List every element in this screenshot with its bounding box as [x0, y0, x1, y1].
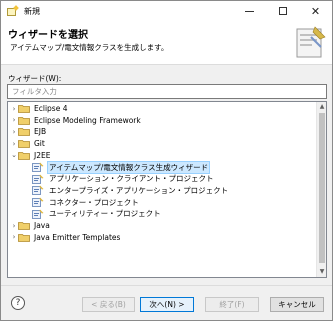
tree-folder-item[interactable]: › EJB — [8, 126, 317, 137]
tree-folder-item[interactable]: › Java Emitter Templates — [8, 232, 317, 243]
wizard-icon — [32, 162, 44, 172]
expand-arrow-icon[interactable]: › — [10, 233, 18, 241]
scroll-thumb[interactable] — [319, 113, 325, 263]
expand-arrow-icon[interactable]: › — [10, 222, 18, 230]
next-button[interactable]: 次へ(N) > — [140, 297, 194, 312]
tree-wizard-item[interactable]: コネクター・プロジェクト — [8, 197, 317, 208]
wizard-icon — [32, 185, 44, 196]
tree-item-label: Java — [34, 221, 50, 230]
cancel-button[interactable]: キャンセル — [270, 297, 324, 312]
wizard-icon — [32, 197, 44, 207]
tree-item-label: Java Emitter Templates — [34, 232, 121, 242]
collapse-arrow-icon[interactable]: ⌄ — [10, 151, 18, 159]
title-bar: 新規 ✕ — [1, 1, 332, 21]
expand-arrow-icon[interactable]: › — [10, 140, 18, 148]
back-button[interactable]: < 戻る(B) — [82, 297, 135, 312]
maximize-icon — [278, 7, 287, 15]
scroll-down-arrow-icon[interactable]: ▼ — [317, 267, 326, 277]
header-title: ウィザードを選択 — [8, 30, 88, 41]
tree-scrollbar[interactable]: ▲ ▼ — [316, 102, 326, 277]
tree-wizard-item[interactable]: エンタープライズ・アプリケーション・プロジェクト — [8, 185, 317, 196]
tree-item-label: J2EE — [34, 150, 51, 160]
tree-wizard-item[interactable]: アプリケーション・クライアント・プロジェクト — [8, 173, 317, 184]
tree-folder-item[interactable]: › Git — [8, 138, 317, 149]
wizard-label: ウィザード(W): — [8, 74, 62, 83]
maximize-button[interactable] — [266, 1, 299, 21]
folder-icon — [18, 139, 30, 148]
help-button[interactable]: ? — [11, 296, 25, 310]
finish-button[interactable]: 終了(F) — [205, 297, 259, 312]
tree-item-label: アプリケーション・クライアント・プロジェクト — [49, 174, 214, 184]
folder-icon — [18, 233, 30, 242]
tree-item-label: EJB — [34, 127, 47, 137]
folder-icon — [18, 221, 30, 230]
tree-item-label: Eclipse 4 — [34, 104, 68, 113]
tree-wizard-item[interactable]: ユーティリティー・プロジェクト — [8, 208, 317, 219]
wizard-icon — [32, 174, 44, 184]
expand-arrow-icon[interactable]: › — [10, 105, 18, 113]
close-icon: ✕ — [310, 4, 321, 18]
footer-separator — [1, 285, 332, 286]
expand-arrow-icon[interactable]: › — [10, 128, 18, 136]
close-button[interactable]: ✕ — [299, 1, 332, 21]
tree-item-label: コネクター・プロジェクト — [49, 197, 139, 207]
new-wizard-icon — [7, 4, 19, 17]
tree-folder-item[interactable]: › Java — [8, 220, 317, 231]
minimize-button[interactable] — [233, 1, 266, 21]
folder-icon — [18, 104, 30, 113]
header-description: アイテムマップ/電文情報クラスを生成します。 — [10, 43, 169, 52]
wizard-tree[interactable]: › Eclipse 4 › Eclipse Modeling Framework › EJ… — [7, 101, 327, 278]
tree-item-label: アイテムマップ/電文情報クラス生成ウィザード — [46, 160, 211, 174]
filter-input[interactable] — [7, 84, 327, 99]
expand-arrow-icon[interactable]: › — [10, 116, 18, 124]
tree-folder-item[interactable]: ⌄ J2EE — [8, 150, 317, 161]
tree-folder-item[interactable]: › Eclipse Modeling Framework — [8, 115, 317, 126]
wizard-header: ウィザードを選択 アイテムマップ/電文情報クラスを生成します。 — [1, 21, 332, 65]
minimize-icon — [245, 10, 254, 12]
wizard-icon — [32, 209, 44, 219]
folder-icon — [18, 127, 30, 137]
tree-item-label: ユーティリティー・プロジェクト — [49, 209, 161, 219]
tree-wizard-item[interactable]: アイテムマップ/電文情報クラス生成ウィザード — [8, 160, 317, 174]
folder-icon — [18, 151, 30, 160]
tree-item-label: Git — [34, 139, 45, 149]
folder-icon — [18, 116, 30, 125]
new-wizard-dialog: 新規 ✕ ウィザードを選択 アイテムマップ/電文情報クラスを生成します。 ウィザ… — [0, 0, 333, 321]
wizard-banner-icon — [296, 26, 326, 58]
window-title: 新規 — [24, 6, 40, 16]
tree-item-label: エンタープライズ・アプリケーション・プロジェクト — [49, 185, 229, 195]
scroll-up-arrow-icon[interactable]: ▲ — [317, 102, 326, 112]
tree-folder-item[interactable]: › Eclipse 4 — [8, 103, 317, 114]
tree-item-label: Eclipse Modeling Framework — [34, 115, 141, 125]
